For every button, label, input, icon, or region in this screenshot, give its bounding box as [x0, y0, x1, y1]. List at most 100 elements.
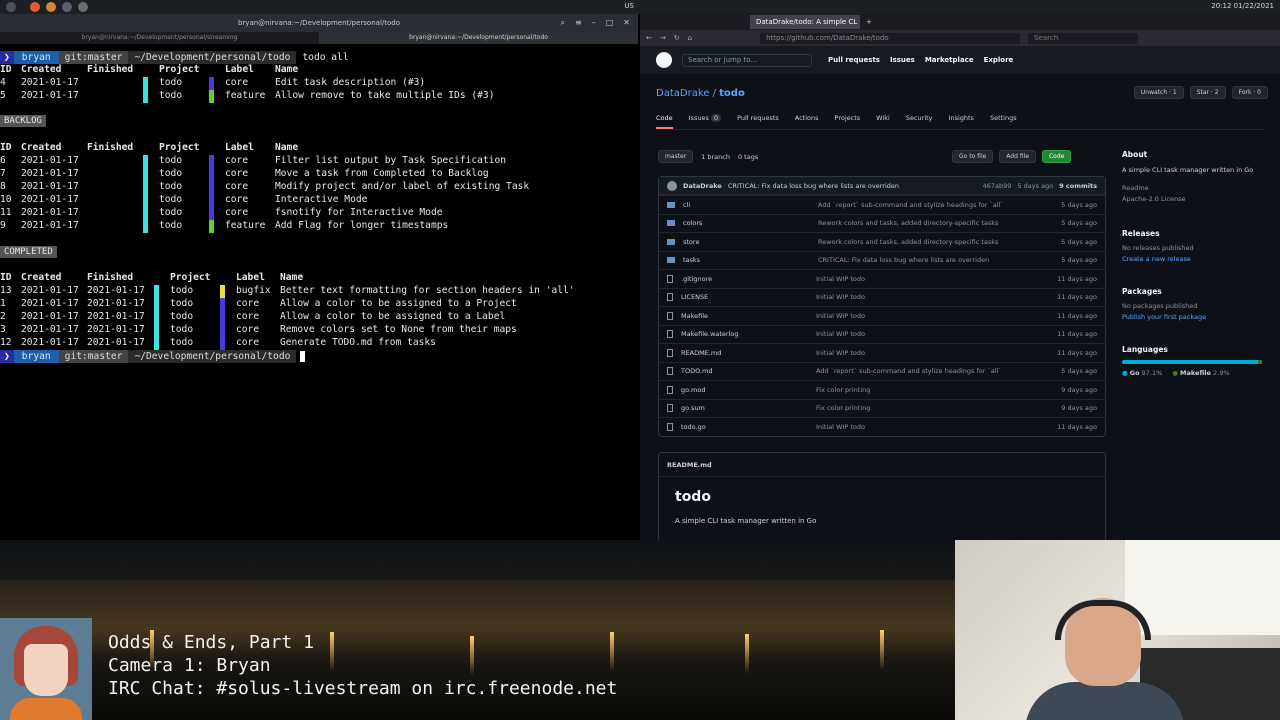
- tab-code[interactable]: Code: [656, 114, 673, 129]
- branch-select[interactable]: master: [658, 150, 694, 163]
- forward-icon[interactable]: →: [660, 34, 666, 42]
- file-name[interactable]: LICENSE: [681, 293, 816, 301]
- file-commit-message[interactable]: Initial WIP todo: [816, 312, 1057, 320]
- file-name[interactable]: go.sum: [681, 404, 816, 412]
- file-commit-message[interactable]: Add `report` sub-command and stylize hea…: [818, 201, 1057, 209]
- tab-issues[interactable]: Issues 0: [689, 114, 722, 129]
- file-commit-message[interactable]: Add `report` sub-command and stylize hea…: [816, 367, 1057, 375]
- create-release-link[interactable]: Create a new release: [1122, 255, 1262, 263]
- keyboard-layout[interactable]: US: [624, 2, 634, 10]
- file-row[interactable]: go.mod Fix color printing 9 days ago: [659, 380, 1105, 399]
- github-logo-icon[interactable]: [656, 52, 672, 68]
- repo-name[interactable]: todo: [719, 88, 745, 99]
- tab-pull-requests[interactable]: Pull requests: [737, 114, 779, 129]
- go-to-file-button[interactable]: Go to file: [952, 150, 994, 163]
- terminal-output[interactable]: ❯ bryan git:master ~/Development/persona…: [0, 44, 638, 540]
- tab-security[interactable]: Security: [906, 114, 933, 129]
- file-row[interactable]: README.md Initial WIP todo 11 days ago: [659, 343, 1105, 362]
- publish-package-link[interactable]: Publish your first package: [1122, 313, 1262, 321]
- file-row[interactable]: colors Rework colors and tasks, added dir…: [659, 213, 1105, 233]
- firefox-icon[interactable]: [30, 2, 40, 12]
- unwatch-button[interactable]: Unwatch · 1: [1133, 86, 1184, 99]
- back-icon[interactable]: ←: [646, 34, 652, 42]
- tags-link[interactable]: 0 tags: [738, 153, 758, 161]
- apps-menu-icon[interactable]: [6, 2, 16, 12]
- file-name[interactable]: .gitignore: [681, 275, 816, 283]
- commit-hash[interactable]: 467ab99: [983, 182, 1012, 190]
- nav-issues[interactable]: Issues: [890, 56, 915, 64]
- file-name[interactable]: store: [683, 238, 818, 246]
- file-commit-message[interactable]: Initial WIP todo: [816, 349, 1057, 357]
- tab-projects[interactable]: Projects: [835, 114, 861, 129]
- browser-window[interactable]: DataDrake/todo: A simple CL + ← → ↻ ⌂ ht…: [640, 14, 1280, 542]
- license-link[interactable]: Apache-2.0 License: [1122, 195, 1262, 203]
- file-commit-message[interactable]: Fix color printing: [816, 404, 1057, 412]
- close-icon[interactable]: ✕: [623, 18, 630, 28]
- tab-actions[interactable]: Actions: [795, 114, 819, 129]
- file-name[interactable]: Makefile.waterlog: [681, 330, 816, 338]
- file-commit-message[interactable]: Rework colors and tasks, added directory…: [818, 238, 1057, 246]
- url-bar[interactable]: https://github.com/DataDrake/todo: [760, 32, 1021, 44]
- commit-author[interactable]: DataDrake: [683, 182, 722, 190]
- browser-tab[interactable]: DataDrake/todo: A simple CL: [750, 15, 860, 29]
- file-commit-message[interactable]: Initial WIP todo: [816, 293, 1057, 301]
- terminal-window[interactable]: bryan@nirvana:~/Development/personal/tod…: [0, 14, 638, 540]
- lang-go[interactable]: ● Go 97.1%: [1122, 369, 1162, 377]
- file-row[interactable]: LICENSE Initial WIP todo 11 days ago: [659, 287, 1105, 307]
- tab-insights[interactable]: Insights: [949, 114, 974, 129]
- commit-message[interactable]: CRITICAL: Fix data loss bug where lists …: [728, 182, 977, 190]
- terminal-tab-active[interactable]: bryan@nirvana:~/Development/personal/tod…: [319, 32, 638, 44]
- nav-explore[interactable]: Explore: [984, 56, 1014, 64]
- file-commit-message[interactable]: Fix color printing: [816, 386, 1057, 394]
- star-button[interactable]: Star · 2: [1189, 86, 1226, 99]
- file-commit-message[interactable]: Initial WIP todo: [816, 423, 1057, 431]
- home-icon[interactable]: ⌂: [688, 34, 692, 42]
- file-row[interactable]: store Rework colors and tasks, added dire…: [659, 232, 1105, 251]
- file-row[interactable]: TODO.md Add `report` sub-command and styl…: [659, 361, 1105, 381]
- terminal-tab[interactable]: bryan@nirvana:~/Development/personal/str…: [0, 32, 319, 44]
- nav-marketplace[interactable]: Marketplace: [925, 56, 974, 64]
- file-name[interactable]: todo.go: [681, 423, 816, 431]
- tab-settings[interactable]: Settings: [990, 114, 1017, 129]
- new-tab-icon[interactable]: +: [866, 18, 872, 26]
- browser-search[interactable]: Search: [1028, 32, 1139, 44]
- file-row[interactable]: Makefile.waterlog Initial WIP todo 11 days…: [659, 324, 1105, 344]
- search-icon[interactable]: ⌕: [561, 18, 565, 28]
- clock[interactable]: 20:12 01/22/2021: [1211, 2, 1274, 10]
- file-name[interactable]: cli: [683, 201, 818, 209]
- file-name[interactable]: colors: [683, 219, 818, 227]
- reload-icon[interactable]: ↻: [674, 34, 680, 42]
- branches-link[interactable]: 1 branch: [701, 153, 730, 161]
- file-commit-message[interactable]: Initial WIP todo: [816, 330, 1057, 338]
- tab-wiki[interactable]: Wiki: [876, 114, 890, 129]
- nav-pull-requests[interactable]: Pull requests: [828, 56, 880, 64]
- settings-icon[interactable]: [78, 2, 88, 12]
- minimize-icon[interactable]: –: [592, 18, 596, 28]
- firefox-dev-icon[interactable]: [46, 2, 56, 12]
- lang-makefile[interactable]: ● Makefile 2.9%: [1172, 369, 1229, 377]
- file-commit-message[interactable]: CRITICAL: Fix data loss bug where lists …: [818, 256, 1057, 264]
- file-name[interactable]: go.mod: [681, 386, 816, 394]
- file-row[interactable]: cli Add `report` sub-command and stylize …: [659, 195, 1105, 214]
- file-row[interactable]: .gitignore Initial WIP todo 11 days ago: [659, 269, 1105, 288]
- file-name[interactable]: README.md: [681, 349, 816, 357]
- file-row[interactable]: tasks CRITICAL: Fix data loss bug where l…: [659, 250, 1105, 270]
- files-icon[interactable]: [62, 2, 72, 12]
- menu-icon[interactable]: ≡: [575, 18, 582, 28]
- file-row[interactable]: Makefile Initial WIP todo 11 days ago: [659, 306, 1105, 325]
- add-file-button[interactable]: Add file: [999, 150, 1036, 163]
- code-button[interactable]: Code: [1041, 150, 1072, 163]
- file-commit-message[interactable]: Initial WIP todo: [816, 275, 1057, 283]
- file-name[interactable]: Makefile: [681, 312, 816, 320]
- file-name[interactable]: TODO.md: [681, 367, 816, 375]
- repo-owner[interactable]: DataDrake: [656, 88, 709, 99]
- github-search[interactable]: Search or jump to...: [682, 53, 812, 67]
- file-row[interactable]: todo.go Initial WIP todo 11 days ago: [659, 417, 1105, 436]
- file-commit-message[interactable]: Rework colors and tasks, added directory…: [818, 219, 1057, 227]
- readme-link[interactable]: Readme: [1122, 184, 1262, 192]
- fork-button[interactable]: Fork · 0: [1231, 86, 1268, 99]
- file-row[interactable]: go.sum Fix color printing 9 days ago: [659, 398, 1105, 418]
- maximize-icon[interactable]: □: [606, 18, 614, 28]
- file-name[interactable]: tasks: [683, 256, 818, 264]
- commit-count[interactable]: 9 commits: [1059, 182, 1097, 190]
